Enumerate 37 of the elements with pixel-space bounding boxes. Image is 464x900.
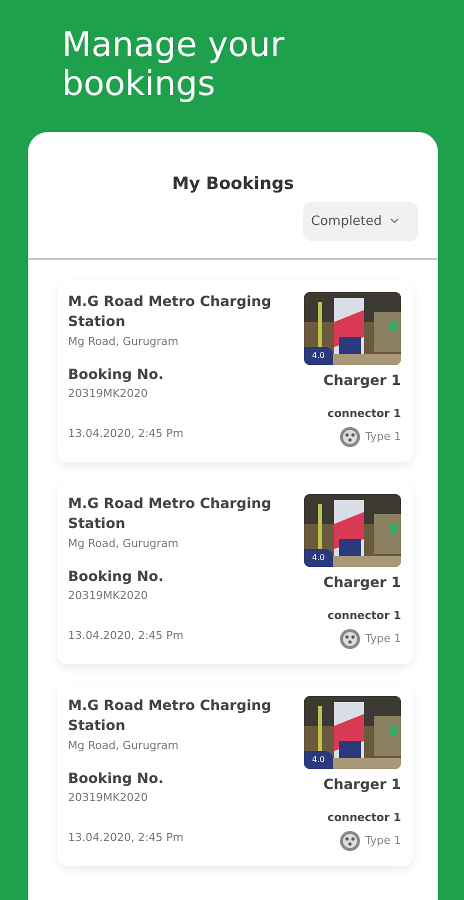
booking-label: Booking No. [68,366,165,385]
connector-icon [339,628,362,650]
connector-icon [339,426,362,448]
charger-name: Charger 1 [323,372,401,391]
rating-badge: 4.0 [304,548,333,567]
station-address: Mg Road, Gurugram [68,536,180,552]
page-heading: Manage your bookings [61,24,286,104]
connector-label: connector 1 [328,810,401,826]
connector-type: Type 1 [365,428,401,445]
charger-name: Charger 1 [323,574,401,593]
booking-card[interactable]: M.G Road Metro Charging Station Mg Road, Gurugram Booking No. 20319MK2020 13.04.2020, 2:45 Pm 4.0 Charger 1 connector 1 Type 1 [57,482,413,664]
filter-dropdown[interactable]: Completed [303,202,418,242]
station-address: Mg Road, Gurugram [68,738,180,754]
rating-badge: 4.0 [304,346,333,365]
connector-type: Type 1 [365,630,401,647]
connector-icon [339,830,362,852]
booking-datetime: 13.04.2020, 2:45 Pm [68,426,185,442]
booking-number: 20319MK2020 [68,790,149,806]
booking-label: Booking No. [68,770,165,789]
rating-badge: 4.0 [304,750,333,769]
booking-card[interactable]: M.G Road Metro Charging Station Mg Road, Gurugram Booking No. 20319MK2020 13.04.2020, 2:45 Pm 4.0 Charger 1 connector 1 Type 1 [57,280,413,462]
caret-icon [390,218,399,224]
panel-title: My Bookings [171,173,295,196]
connector-type: Type 1 [365,832,401,849]
station-name: M.G Road Metro Charging Station [68,697,272,736]
booking-card[interactable]: M.G Road Metro Charging Station Mg Road, Gurugram Booking No. 20319MK2020 13.04.2020, 2:45 Pm 4.0 Charger 1 connector 1 Type 1 [57,684,413,866]
charger-name: Charger 1 [323,776,401,795]
booking-label: Booking No. [68,568,165,587]
connector-label: connector 1 [328,608,401,624]
station-name: M.G Road Metro Charging Station [68,293,272,332]
booking-datetime: 13.04.2020, 2:45 Pm [68,628,185,644]
connector-label: connector 1 [328,406,401,422]
station-address: Mg Road, Gurugram [68,334,180,350]
station-name: M.G Road Metro Charging Station [68,495,272,534]
booking-number: 20319MK2020 [68,386,149,402]
booking-datetime: 13.04.2020, 2:45 Pm [68,830,185,846]
booking-number: 20319MK2020 [68,588,149,604]
